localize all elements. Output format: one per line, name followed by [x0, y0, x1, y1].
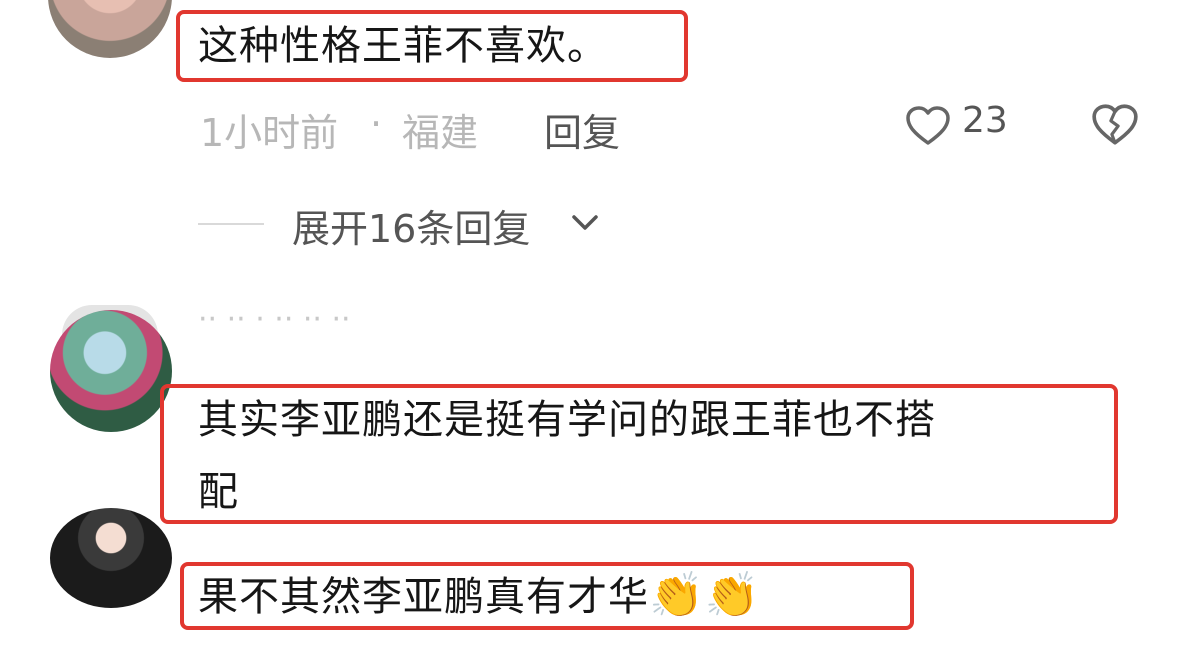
- comment-4-text: 果不其然李亚鹏真有才华👏👏: [198, 566, 761, 627]
- comment-1-time: 1小时前: [200, 111, 339, 155]
- expand-replies-label: 展开16条回复: [292, 207, 531, 251]
- avatar-commenter-3[interactable]: [50, 310, 172, 432]
- avatar-commenter-4[interactable]: [50, 508, 172, 608]
- broken-heart-icon: [1092, 104, 1138, 145]
- faded-commenter-name: ·· ·· · ·· ·· ··: [198, 302, 351, 328]
- avatar-commenter-1[interactable]: [48, 0, 172, 58]
- dislike-button[interactable]: [1090, 100, 1142, 152]
- comment-3-text-line1: 其实李亚鹏还是挺有学问的跟王菲也不搭: [198, 397, 936, 443]
- reply-button[interactable]: 回复: [544, 102, 620, 157]
- like-count: 23: [962, 100, 1008, 141]
- heart-icon: [906, 106, 950, 145]
- comment-3-text-line2: 配: [198, 469, 239, 515]
- comment-4-text-body: 果不其然李亚鹏真有才华: [198, 574, 649, 620]
- like-button[interactable]: 23: [904, 100, 1016, 152]
- comment-1-location: 福建: [402, 111, 479, 155]
- comment-1-text: 这种性格王菲不喜欢。: [198, 23, 608, 69]
- expand-replies-button[interactable]: 展开16条回复: [292, 198, 612, 251]
- clapping-hands-emoji: 👏👏: [649, 570, 761, 621]
- chevron-down-icon: [572, 215, 598, 230]
- expand-divider-line: [198, 223, 264, 225]
- meta-separator: ·: [370, 102, 383, 146]
